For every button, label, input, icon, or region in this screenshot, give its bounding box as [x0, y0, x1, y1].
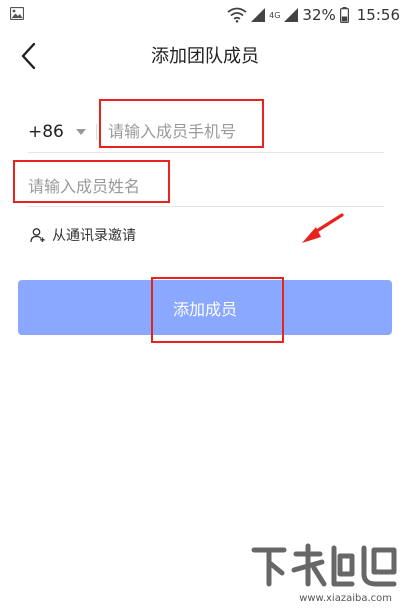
country-code-selector[interactable]: +86 — [28, 122, 64, 142]
add-contact-icon — [30, 228, 45, 243]
field-divider — [96, 124, 97, 140]
invite-from-contacts-link[interactable]: 从通讯录邀请 — [30, 224, 136, 246]
status-bar: 4G 32% 15:56 — [0, 0, 410, 30]
watermark-url: www.xiazaiba.com — [299, 593, 392, 604]
wifi-icon — [227, 7, 247, 23]
battery-percent: 32% — [302, 6, 336, 24]
network-type-label: 4G — [269, 10, 281, 20]
page-title: 添加团队成员 — [151, 46, 259, 67]
name-row — [28, 162, 384, 207]
signal-icon-secondary — [284, 8, 299, 22]
annotation-arrow-icon — [302, 213, 344, 243]
watermark-logo-icon — [251, 543, 397, 587]
invite-link-label: 从通讯录邀请 — [52, 228, 136, 244]
phone-input[interactable] — [108, 115, 368, 147]
signal-icon — [251, 8, 266, 22]
gallery-icon — [10, 7, 24, 20]
phone-row: +86 — [28, 108, 384, 153]
add-member-button[interactable]: 添加成员 — [18, 280, 392, 335]
watermark-logo: www.xiazaiba.com — [248, 540, 404, 606]
battery-icon — [339, 7, 349, 23]
chevron-down-icon[interactable] — [76, 129, 86, 135]
page-header: 添加团队成员 — [0, 30, 410, 80]
status-indicators: 4G 32% 15:56 — [227, 4, 400, 26]
name-input[interactable] — [28, 170, 328, 202]
clock-time: 15:56 — [356, 6, 400, 24]
